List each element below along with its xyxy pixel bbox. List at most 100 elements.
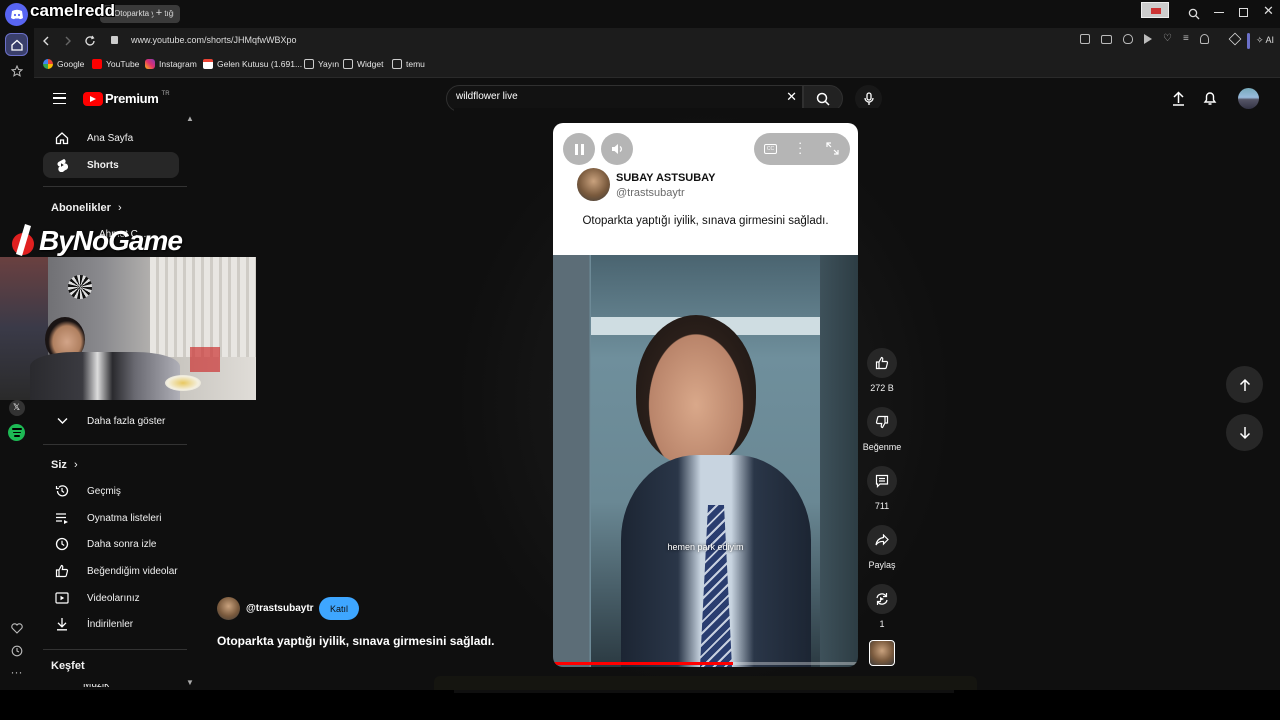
shorts-player[interactable]: SUBAY ASTSUBAY @trastsubaytr Otoparkta y… — [553, 123, 858, 667]
sound-thumbnail[interactable] — [869, 640, 895, 666]
sidebar-divider — [43, 186, 187, 187]
sidebar-item-liked-videos[interactable]: Beğendiğim videolar — [43, 558, 179, 584]
sidebar-item-watch-later[interactable]: Daha sonra izle — [43, 531, 179, 557]
camera-icon[interactable] — [1101, 35, 1112, 44]
close-window-button[interactable]: ✕ — [1263, 3, 1274, 19]
progress-track[interactable] — [553, 662, 858, 665]
remix-button[interactable]: 1 — [862, 584, 902, 629]
search-input[interactable] — [456, 91, 766, 102]
shield-icon[interactable] — [1123, 34, 1133, 44]
bookmark-label: Google — [57, 59, 85, 69]
volume-button[interactable] — [601, 133, 633, 165]
sidebar-item-shorts[interactable]: Shorts — [43, 152, 179, 178]
url-text[interactable]: www.youtube.com/shorts/JHMqfwWBXpo — [131, 35, 297, 45]
logo-region: TR — [161, 91, 170, 97]
captions-icon[interactable]: CC — [764, 144, 777, 154]
subscriptions-heading[interactable]: Abonelikler › — [51, 202, 122, 214]
card-text: Otoparkta yaptığı iyilik, sınava girmesi… — [582, 215, 829, 227]
ai-button[interactable]: ✧ AI — [1256, 35, 1274, 46]
play-icon[interactable] — [1144, 34, 1152, 44]
sidebar-scroll-down[interactable]: ▼ — [186, 678, 194, 687]
comments-button[interactable]: 711 — [862, 466, 902, 511]
edit-icon[interactable] — [1080, 34, 1090, 44]
home-icon[interactable] — [5, 33, 28, 56]
next-short-button[interactable] — [1226, 414, 1263, 451]
back-icon[interactable] — [41, 34, 51, 52]
star-icon[interactable] — [5, 59, 28, 82]
card-avatar — [577, 168, 610, 201]
bookmark-youtube[interactable]: YouTube — [92, 59, 139, 69]
history-clock-icon[interactable] — [5, 639, 28, 662]
gmail-icon — [203, 59, 213, 69]
like-button[interactable]: 272 B — [862, 348, 902, 393]
clear-search-icon[interactable]: ✕ — [786, 89, 797, 105]
more-dots-icon[interactable]: ··· — [5, 660, 28, 683]
youtube-premium-logo[interactable]: Premium TR — [83, 91, 170, 106]
more-options-icon[interactable]: · · · — [798, 136, 802, 159]
new-tab-button[interactable]: + — [153, 8, 165, 20]
sidebar-label: Videolarınız — [87, 592, 140, 604]
previous-short-button[interactable] — [1226, 366, 1263, 403]
playlist-icon — [54, 510, 70, 526]
pause-button[interactable] — [563, 133, 595, 165]
sidebar-scroll-up[interactable]: ▲ — [186, 114, 194, 123]
heart-outline-icon[interactable]: ♡ — [1163, 34, 1172, 44]
forward-icon[interactable] — [63, 34, 73, 52]
user-avatar[interactable] — [1238, 88, 1259, 109]
account-icon[interactable] — [1199, 34, 1209, 44]
tab-title: Otoparkta yaptığı iyilik — [114, 9, 174, 18]
fullscreen-icon[interactable] — [826, 142, 839, 160]
restore-button[interactable] — [1239, 8, 1248, 17]
webcam-overlay — [0, 257, 256, 400]
bookmark-gmail[interactable]: Gelen Kutusu (1.691... — [203, 59, 302, 69]
bookmark-label: temu — [406, 59, 425, 69]
list-icon[interactable]: ≡ — [1183, 34, 1189, 44]
subscriptions-heading-label: Abonelikler — [51, 202, 111, 214]
sidebar-item-your-videos[interactable]: Videolarınız — [43, 585, 179, 611]
sidebar-item-downloads[interactable]: İndirilenler — [43, 611, 179, 637]
notifications-bell-icon[interactable] — [1203, 90, 1217, 111]
sidebar-label: Beğendiğim videolar — [87, 565, 178, 577]
discord-icon[interactable] — [5, 3, 28, 26]
history-icon — [54, 483, 70, 499]
chevron-right-icon: › — [117, 202, 122, 214]
minimize-button[interactable] — [1214, 12, 1224, 13]
bookmark-instagram[interactable]: Instagram — [145, 59, 197, 69]
bynogame-logo-icon — [12, 224, 34, 256]
google-icon — [43, 59, 53, 69]
sidebar-item-home[interactable]: Ana Sayfa — [43, 125, 179, 151]
dislike-button[interactable]: Beğenme — [862, 407, 902, 452]
reload-icon[interactable] — [84, 34, 96, 52]
profile-thumbnail[interactable] — [1141, 2, 1169, 18]
bookmark-label: YouTube — [106, 59, 140, 69]
sidebar-item-history[interactable]: Geçmiş — [43, 478, 179, 504]
bookmark-google[interactable]: Google — [43, 59, 84, 69]
show-more-button[interactable]: Daha fazla göster — [43, 408, 179, 434]
sidebar-item-music[interactable]: Müzik — [83, 684, 109, 690]
youtube-logo-icon — [83, 91, 103, 106]
hamburger-menu-icon[interactable] — [53, 93, 66, 104]
sidebar-label: Ana Sayfa — [87, 132, 134, 144]
sidebar-label: Daha sonra izle — [87, 538, 157, 550]
bookmark-folder-temu[interactable]: temu — [392, 59, 425, 69]
bookmark-folder-yayin[interactable]: Yayın — [304, 59, 339, 69]
channel-avatar[interactable] — [217, 597, 240, 620]
you-heading[interactable]: Siz › — [51, 459, 78, 471]
spotify-icon[interactable] — [5, 421, 28, 444]
thumbs-down-icon — [867, 407, 897, 437]
join-button[interactable]: Katıl — [319, 597, 359, 620]
share-button[interactable]: Paylaş — [862, 525, 902, 570]
chevron-down-icon — [54, 413, 70, 429]
shorts-icon — [54, 157, 70, 173]
extension-cube-icon[interactable] — [1228, 32, 1242, 46]
sidebar-item-playlists[interactable]: Oynatma listeleri — [43, 505, 179, 531]
sidebar-label: Daha fazla göster — [87, 415, 166, 427]
channel-handle[interactable]: @trastsubaytr — [246, 603, 314, 614]
heart-icon[interactable] — [5, 617, 28, 640]
explore-heading: Keşfet — [51, 660, 85, 672]
card-account-handle: @trastsubaytr — [616, 187, 685, 199]
search-tabs-icon[interactable] — [1188, 7, 1200, 25]
bookmark-folder-widget[interactable]: Widget — [343, 59, 383, 69]
upload-icon[interactable] — [1172, 91, 1185, 111]
pause-icon — [580, 143, 584, 155]
